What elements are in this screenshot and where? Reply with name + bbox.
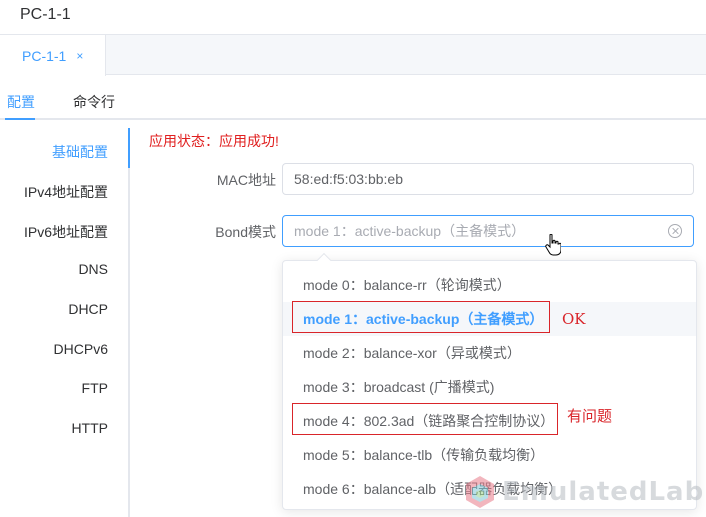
sidebar-item-basic-config[interactable]: 基础配置 <box>52 142 108 162</box>
close-icon[interactable]: × <box>76 49 83 63</box>
sidebar-item-dhcp[interactable]: DHCP <box>68 301 108 317</box>
watermark-text: EmulatedLab <box>502 477 705 507</box>
sidebar-active-indicator <box>128 128 130 168</box>
annotation-problem: 有问题 <box>567 407 613 425</box>
clear-icon[interactable] <box>668 224 682 238</box>
subtab-bar: 配置 命令行 <box>0 92 706 120</box>
active-tab-indicator <box>5 118 35 120</box>
sidebar-item-ftp[interactable]: FTP <box>82 380 108 396</box>
sidebar-item-ipv6[interactable]: IPv6地址配置 <box>24 222 108 242</box>
window-title: PC-1-1 <box>20 6 71 23</box>
watermark: EmulatedLab <box>462 474 704 510</box>
tab-label: PC-1-1 <box>22 47 67 64</box>
sidebar-item-http[interactable]: HTTP <box>71 420 108 436</box>
option-mode-2[interactable]: mode 2：balance-xor（异或模式） <box>283 336 696 370</box>
mac-input[interactable]: 58:ed:f5:03:bb:eb <box>282 163 694 195</box>
emulatedlab-logo-icon <box>466 476 494 508</box>
dropdown-arrow <box>316 252 332 268</box>
status-message: 应用状态：应用成功! <box>149 133 279 149</box>
tab-bar: PC-1-1 × <box>0 34 706 76</box>
annotation-box-problem <box>292 403 558 435</box>
sidebar-item-dns[interactable]: DNS <box>78 261 108 277</box>
subtab-cli[interactable]: 命令行 <box>73 92 115 120</box>
option-mode-0[interactable]: mode 0：balance-rr（轮询模式） <box>283 268 696 302</box>
bond-mode-select[interactable]: mode 1：active-backup（主备模式） <box>282 215 694 247</box>
annotation-box-ok <box>292 301 550 333</box>
tab-pc-1-1[interactable]: PC-1-1 × <box>0 34 106 76</box>
option-mode-5[interactable]: mode 5：balance-tlb（传输负载均衡） <box>283 438 696 472</box>
bond-mode-label: Bond模式 <box>215 224 276 240</box>
mac-label: MAC地址 <box>216 172 276 188</box>
subtab-config[interactable]: 配置 <box>7 92 35 120</box>
sidebar: 基础配置 IPv4地址配置 IPv6地址配置 DNS DHCP DHCPv6 F… <box>0 128 130 517</box>
bond-mode-dropdown: mode 0：balance-rr（轮询模式） mode 1：active-ba… <box>282 252 697 510</box>
annotation-ok: OK <box>562 310 586 328</box>
sidebar-item-dhcpv6[interactable]: DHCPv6 <box>54 341 108 357</box>
mac-value: 58:ed:f5:03:bb:eb <box>294 171 403 187</box>
hand-cursor-icon <box>545 234 561 256</box>
sidebar-item-ipv4[interactable]: IPv4地址配置 <box>24 182 108 202</box>
option-mode-3[interactable]: mode 3：broadcast (广播模式) <box>283 370 696 404</box>
bond-mode-placeholder: mode 1：active-backup（主备模式） <box>294 223 526 239</box>
